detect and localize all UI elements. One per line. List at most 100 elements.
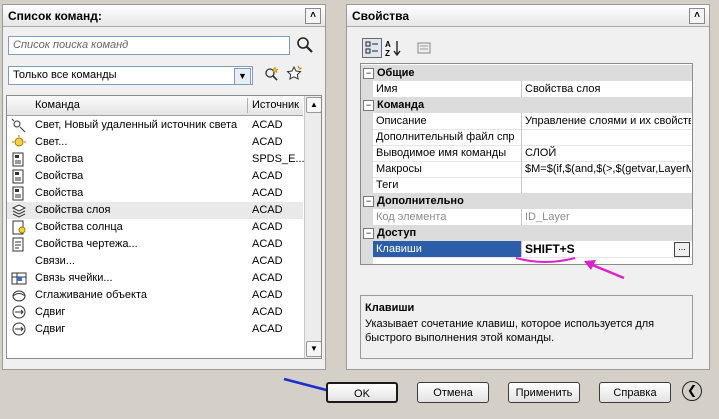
list-item[interactable]: Связь ячейки... ACAD [7,270,303,287]
property-row[interactable]: Описание Управление слоями и их свойств [361,113,692,130]
help-button[interactable]: Справка [599,382,671,403]
collapse-category-icon[interactable]: − [363,68,374,79]
property-key: Описание [376,115,427,127]
collapse-category-icon[interactable]: − [363,100,374,111]
property-key: Дополнительный файл спр [376,131,515,143]
property-row[interactable]: Макросы $M=$(if,$(and,$(>,$(getvar,LayerM… [361,161,692,178]
command-name: Свойства солнца [35,221,123,233]
property-pages-icon[interactable] [414,38,434,58]
category-label: Общие [377,67,415,79]
list-item[interactable]: Сглаживание объекта ACAD [7,287,303,304]
description-text: Указывает сочетание клавиш, которое испо… [365,318,655,344]
cell-link-icon [11,271,27,286]
list-item[interactable]: Свойства SPDS_E... [7,151,305,168]
command-source: ACAD [252,221,283,233]
list-item[interactable]: Связи... ACAD [7,253,303,270]
property-key: Выводимое имя команды [376,147,507,159]
chevron-down-icon[interactable]: ▼ [234,68,251,85]
light-icon [11,118,27,133]
list-item[interactable]: Сдвиг ACAD [7,321,303,338]
collapse-properties-button[interactable]: ˄ [689,8,705,24]
categorized-view-icon[interactable] [362,38,382,58]
list-item[interactable]: Свойства солнца ACAD [7,219,303,236]
property-grid: − Общие Имя Свойства слоя − Команда Описание Уп… [360,63,693,265]
command-filter-value: Только все команды [13,69,117,81]
property-row[interactable]: Выводимое имя команды СЛОЙ [361,145,692,162]
sun-properties-icon [11,220,27,235]
properties-icon [11,169,27,184]
list-item[interactable]: Свет, Новый удаленный источник света ACAD [7,117,303,134]
row-gutter [361,81,373,97]
list-item[interactable]: Свет... ACAD [7,134,303,151]
command-source: ACAD [252,323,283,335]
command-name: Сглаживание объекта [35,289,147,301]
svg-text:A: A [385,40,391,49]
property-row[interactable]: Код элемента ID_Layer [361,209,692,226]
property-value[interactable]: ID_Layer [521,209,691,225]
scroll-down-button[interactable]: ▼ [306,341,321,357]
search-placeholder: Список поиска команд [13,39,129,51]
command-list-scrollbar[interactable]: ▲ ▼ [304,96,321,358]
property-grid-empty-area [361,257,373,264]
collapse-dialog-icon[interactable]: ❮ [682,381,702,401]
list-item[interactable]: Свойства слоя ACAD [7,202,303,219]
command-source: ACAD [252,255,283,267]
collapse-category-icon[interactable]: − [363,228,374,239]
column-header-source[interactable]: Источник [252,96,299,115]
property-value[interactable]: $M=$(if,$(and,$(>,$(getvar,LayerMa [521,161,691,177]
collapse-commands-button[interactable]: ˄ [305,8,321,24]
command-filter-select[interactable]: Только все команды ▼ [8,66,253,85]
command-source: ACAD [252,187,283,199]
command-source: ACAD [252,136,283,148]
property-category[interactable]: − Команда [361,97,692,113]
property-value[interactable]: Свойства слоя [521,81,691,97]
row-gutter [361,161,373,177]
command-name: Сдвиг [35,306,66,318]
find-command-icon[interactable] [262,64,282,84]
ok-button[interactable]: OK [326,382,398,403]
command-name: Свойства [35,187,84,199]
cancel-button[interactable]: Отмена [417,382,489,403]
property-value[interactable]: Управление слоями и их свойств [521,113,691,129]
property-row[interactable]: Имя Свойства слоя [361,81,692,98]
commands-panel-title: Список команд: [3,5,325,27]
row-gutter [361,241,373,257]
property-category[interactable]: − Дополнительно [361,193,692,209]
list-item[interactable]: Свойства ACAD [7,185,303,202]
command-source: ACAD [252,170,283,182]
scroll-up-button[interactable]: ▲ [306,97,321,113]
sort-alphabetical-icon[interactable]: AZ [384,38,404,58]
command-source: SPDS_E... [252,153,305,165]
collapse-category-icon[interactable]: − [363,196,374,207]
property-row[interactable]: Дополнительный файл спр [361,129,692,146]
apply-button[interactable]: Применить [508,382,580,403]
drawing-properties-icon [11,237,27,252]
property-row[interactable]: Теги [361,177,692,194]
property-key: Клавиши [373,241,522,257]
property-description: Клавиши Указывает сочетание клавиш, кото… [360,295,693,359]
row-gutter [361,145,373,161]
category-label: Команда [377,99,425,111]
column-header-command[interactable]: Команда [35,96,80,115]
property-category[interactable]: − Доступ [361,225,692,241]
command-source: ACAD [252,289,283,301]
list-item[interactable]: Свойства чертежа... ACAD [7,236,303,253]
command-source: ACAD [252,238,283,250]
category-label: Дополнительно [377,195,464,207]
search-icon[interactable] [295,35,315,55]
command-name: Связи... [35,255,75,267]
move-icon [11,305,27,320]
property-value[interactable]: СЛОЙ [521,145,691,161]
property-value[interactable] [521,129,691,145]
smooth-object-icon [11,288,27,303]
list-item[interactable]: Свойства ACAD [7,168,303,185]
property-value[interactable] [521,177,691,193]
command-source: ACAD [252,306,283,318]
new-command-icon[interactable] [284,64,304,84]
edit-shortcut-button[interactable]: ... [674,242,690,257]
description-title: Клавиши [365,302,415,314]
property-category[interactable]: − Общие [361,65,692,81]
list-item[interactable]: Сдвиг ACAD [7,304,303,321]
command-search-input[interactable]: Список поиска команд [8,36,290,55]
svg-text:Z: Z [385,49,390,57]
